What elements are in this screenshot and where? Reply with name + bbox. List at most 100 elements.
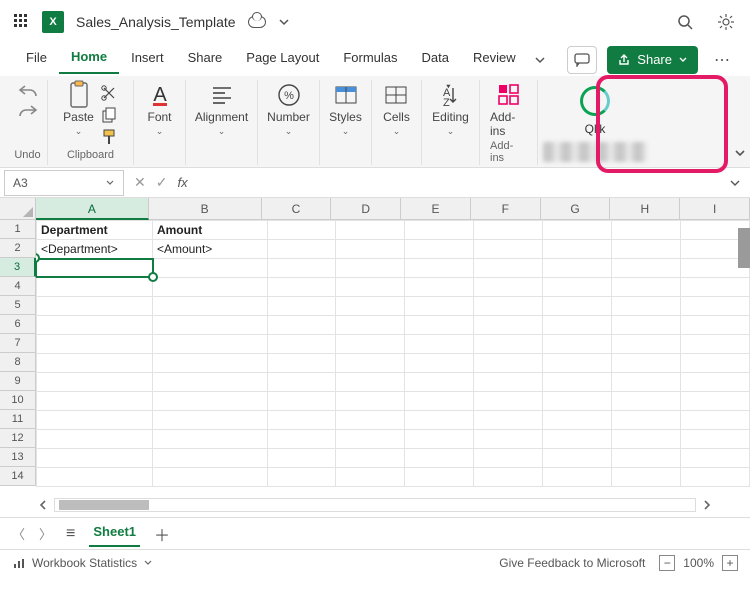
cell[interactable] (543, 335, 612, 354)
cell[interactable] (336, 221, 405, 240)
cancel-formula-icon[interactable]: ✕ (134, 174, 146, 191)
cell[interactable] (405, 221, 474, 240)
comments-button[interactable] (567, 46, 597, 74)
cell[interactable] (267, 411, 336, 430)
cell[interactable] (336, 392, 405, 411)
tab-insert[interactable]: Insert (119, 46, 176, 73)
paste-button[interactable]: Paste ⌄ (63, 82, 94, 137)
cell[interactable] (612, 449, 681, 468)
cell[interactable] (37, 259, 153, 278)
cell[interactable] (681, 392, 750, 411)
name-box[interactable]: A3 (4, 170, 124, 196)
cell[interactable] (152, 449, 267, 468)
cell[interactable] (612, 297, 681, 316)
sheet-tab[interactable]: Sheet1 (89, 520, 140, 547)
tab-file[interactable]: File (14, 46, 59, 73)
cell[interactable] (267, 449, 336, 468)
cell[interactable]: <Amount> (152, 240, 267, 259)
file-name[interactable]: Sales_Analysis_Template (76, 14, 236, 30)
cells-button[interactable]: Cells ⌄ (383, 82, 410, 137)
cell[interactable] (37, 278, 153, 297)
cell[interactable] (336, 335, 405, 354)
cell[interactable] (612, 335, 681, 354)
overflow-menu-button[interactable]: ⋯ (708, 50, 736, 70)
cell[interactable] (543, 373, 612, 392)
cell[interactable] (37, 392, 153, 411)
cell[interactable] (612, 221, 681, 240)
cell[interactable] (405, 259, 474, 278)
cell[interactable] (681, 354, 750, 373)
row-header[interactable]: 6 (0, 315, 36, 334)
cell[interactable] (612, 392, 681, 411)
cell[interactable] (37, 316, 153, 335)
cell[interactable] (543, 240, 612, 259)
cell[interactable] (543, 297, 612, 316)
zoom-in-button[interactable]: + (722, 555, 738, 571)
scroll-left-icon[interactable] (36, 498, 50, 512)
font-button[interactable]: A Font ⌄ (147, 82, 173, 137)
cell[interactable]: Amount (152, 221, 267, 240)
cell[interactable] (474, 297, 543, 316)
row-header[interactable]: 13 (0, 448, 36, 467)
editing-button[interactable]: AZ Editing ⌄ (432, 82, 469, 137)
addins-button[interactable]: Add-ins (490, 82, 527, 138)
cell[interactable] (474, 392, 543, 411)
row-header[interactable]: 10 (0, 391, 36, 410)
cell[interactable] (267, 221, 336, 240)
cell[interactable] (474, 240, 543, 259)
cell[interactable] (405, 297, 474, 316)
col-header[interactable]: B (149, 198, 262, 220)
cell[interactable] (474, 221, 543, 240)
cell[interactable] (267, 354, 336, 373)
cell[interactable] (336, 449, 405, 468)
fx-icon[interactable]: fx (177, 175, 187, 190)
tab-formulas[interactable]: Formulas (331, 46, 409, 73)
cell[interactable] (336, 278, 405, 297)
cell[interactable] (152, 468, 267, 487)
zoom-out-button[interactable]: − (659, 555, 675, 571)
cell[interactable] (37, 411, 153, 430)
cell[interactable] (267, 297, 336, 316)
cell[interactable] (37, 430, 153, 449)
cell[interactable] (543, 316, 612, 335)
cell[interactable] (336, 354, 405, 373)
row-header[interactable]: 3 (0, 258, 36, 277)
cell[interactable] (474, 449, 543, 468)
cell[interactable] (37, 468, 153, 487)
cell[interactable] (336, 297, 405, 316)
cell[interactable] (474, 430, 543, 449)
cell[interactable] (336, 240, 405, 259)
row-header[interactable]: 5 (0, 296, 36, 315)
cell[interactable] (336, 430, 405, 449)
cell[interactable]: <Department> (37, 240, 153, 259)
redo-icon[interactable] (17, 102, 39, 120)
styles-button[interactable]: Styles ⌄ (329, 82, 362, 137)
cell[interactable] (152, 335, 267, 354)
cell[interactable] (612, 354, 681, 373)
cell[interactable] (267, 373, 336, 392)
cell[interactable] (681, 297, 750, 316)
cell[interactable] (474, 411, 543, 430)
cell[interactable] (267, 240, 336, 259)
number-button[interactable]: % Number ⌄ (267, 82, 310, 137)
cell[interactable] (543, 278, 612, 297)
cell[interactable] (612, 316, 681, 335)
cell[interactable] (37, 335, 153, 354)
workbook-statistics-button[interactable]: Workbook Statistics (12, 556, 153, 570)
cell[interactable] (543, 392, 612, 411)
cell[interactable] (612, 411, 681, 430)
cell[interactable] (336, 411, 405, 430)
cell[interactable] (267, 259, 336, 278)
cell[interactable] (405, 392, 474, 411)
cell[interactable] (152, 297, 267, 316)
cell[interactable] (612, 240, 681, 259)
cut-icon[interactable] (100, 84, 118, 102)
vertical-scrollbar[interactable] (738, 228, 750, 268)
format-painter-icon[interactable] (100, 128, 118, 146)
cell[interactable] (681, 335, 750, 354)
tab-review[interactable]: Review (461, 46, 528, 73)
cell[interactable] (681, 278, 750, 297)
cell[interactable] (543, 354, 612, 373)
cell[interactable] (681, 373, 750, 392)
cell[interactable] (336, 316, 405, 335)
